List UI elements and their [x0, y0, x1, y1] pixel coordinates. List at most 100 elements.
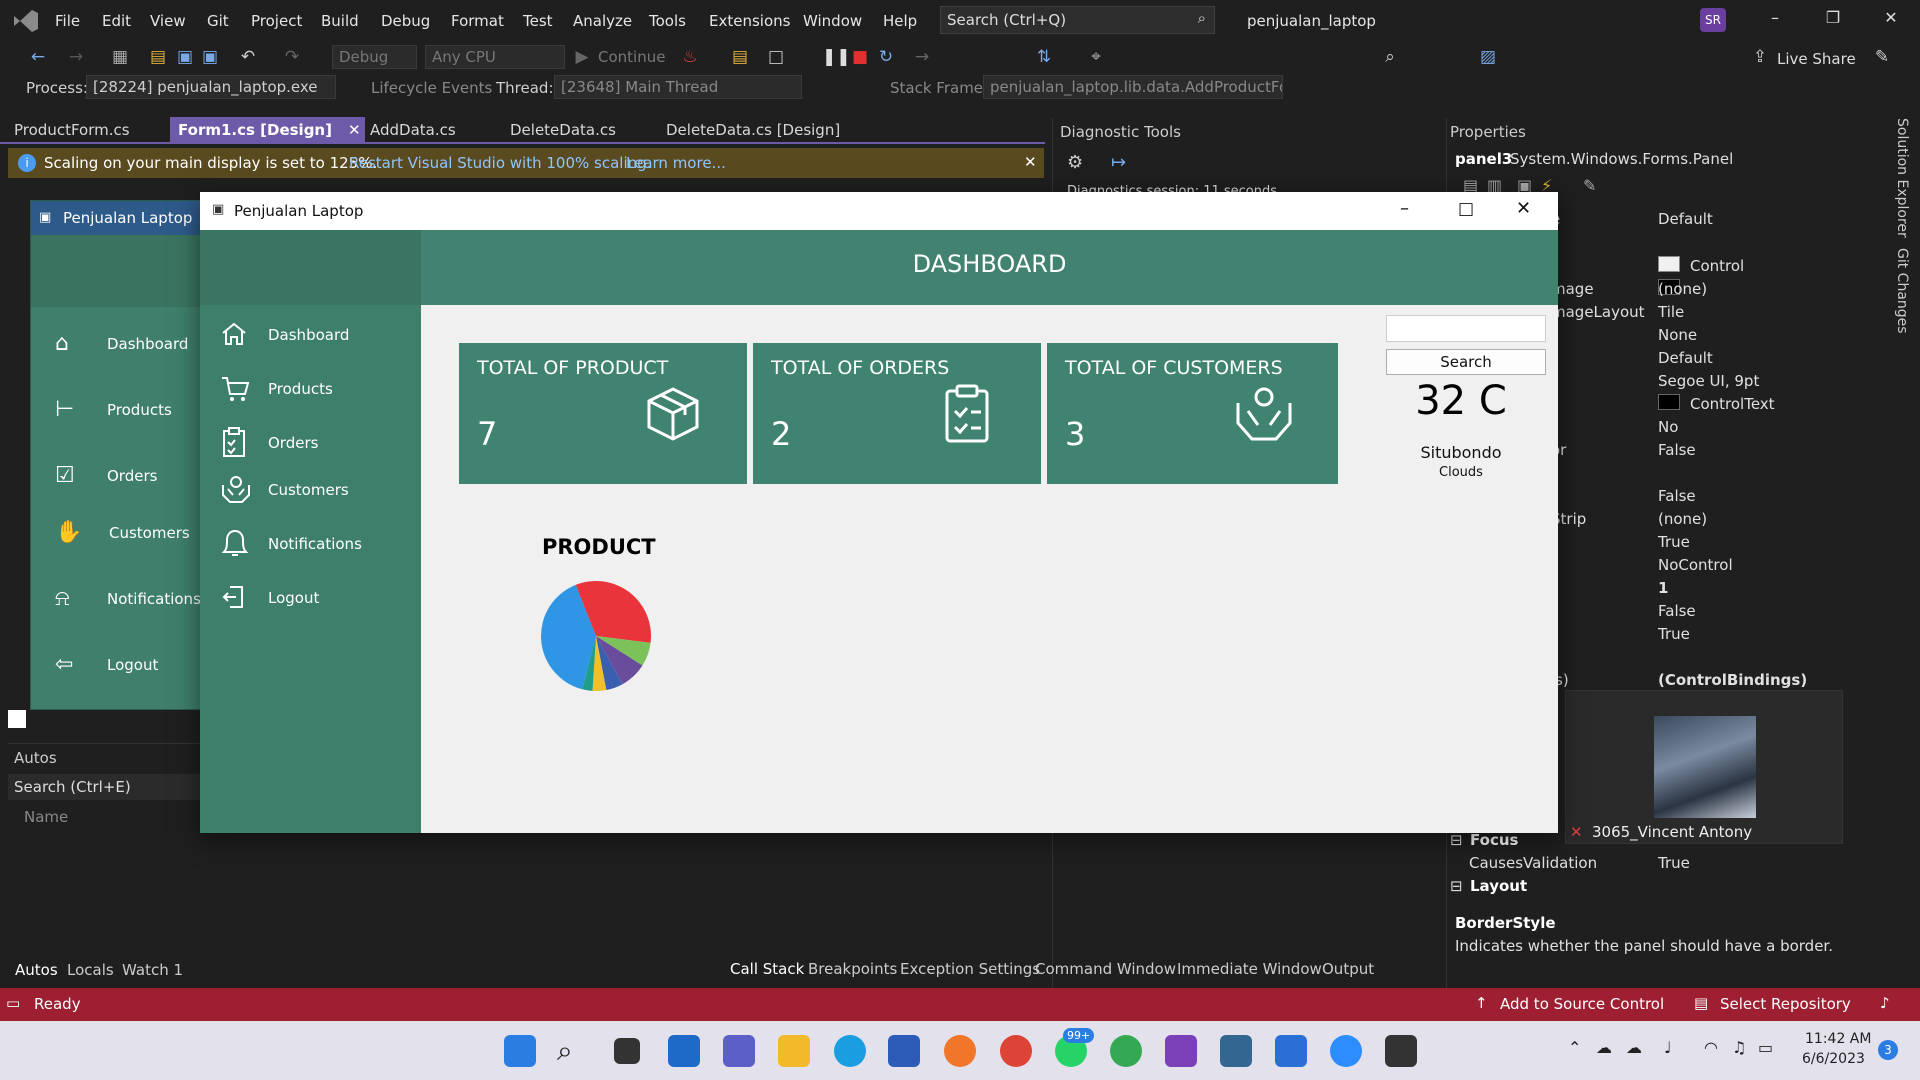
prop-value[interactable]: (none): [1658, 280, 1707, 298]
hot-reload-icon[interactable]: ♨: [680, 47, 700, 67]
volume-icon[interactable]: ♫: [1732, 1038, 1746, 1057]
save-icon[interactable]: ▣: [175, 47, 195, 67]
tab-autos[interactable]: Autos: [15, 961, 58, 979]
close-icon[interactable]: ✕: [1024, 153, 1037, 171]
back-icon[interactable]: ←: [28, 47, 48, 67]
prop-value[interactable]: False: [1658, 441, 1696, 459]
notification-count[interactable]: 3: [1878, 1040, 1898, 1060]
folder-icon[interactable]: ▤: [730, 47, 750, 67]
avatar[interactable]: SR: [1700, 8, 1726, 32]
prop-value[interactable]: Segoe UI, 9pt: [1658, 372, 1759, 390]
prop-value[interactable]: Tile: [1658, 303, 1684, 321]
prop-value[interactable]: None: [1658, 326, 1697, 344]
clock-time[interactable]: 11:42 AM: [1805, 1031, 1871, 1047]
menu-extensions[interactable]: Extensions: [709, 12, 790, 30]
menu-debug[interactable]: Debug: [381, 12, 430, 30]
cloud-icon[interactable]: ☁: [1596, 1038, 1612, 1057]
menu-view[interactable]: View: [150, 12, 186, 30]
prop-value[interactable]: True: [1658, 625, 1690, 643]
menu-build[interactable]: Build: [321, 12, 359, 30]
open-folder-icon[interactable]: ▤: [148, 47, 168, 67]
nav-customers[interactable]: Customers: [220, 473, 410, 509]
restart-icon[interactable]: ↻: [876, 47, 896, 67]
menu-test[interactable]: Test: [523, 12, 553, 30]
tab-deletedata[interactable]: DeleteData.cs: [510, 121, 616, 139]
prop-value[interactable]: (none): [1658, 510, 1707, 528]
vs-search-input[interactable]: Search (Ctrl+Q) ⌕: [940, 6, 1215, 34]
redo-icon[interactable]: ↷: [282, 47, 302, 67]
tab-locals[interactable]: Locals: [67, 961, 114, 979]
live-share-button[interactable]: Live Share: [1777, 50, 1856, 68]
widgets-icon[interactable]: [668, 1035, 700, 1067]
file-explorer-icon[interactable]: [778, 1035, 810, 1067]
tab-form1-design[interactable]: Form1.cs [Design]: [178, 121, 332, 139]
add-to-source-control[interactable]: Add to Source Control: [1500, 995, 1664, 1013]
mic-icon[interactable]: ♩: [1664, 1038, 1672, 1057]
section-layout[interactable]: Layout: [1470, 877, 1527, 895]
tab-output[interactable]: Output: [1322, 960, 1374, 978]
search-icon[interactable]: ⌕: [557, 1035, 589, 1067]
stack-frame-dropdown[interactable]: penjualan_laptop.lib.data.AddProductForr: [983, 75, 1283, 99]
app-close-button[interactable]: ✕: [1516, 198, 1531, 219]
prop-value[interactable]: No: [1658, 418, 1678, 436]
pause-icon[interactable]: ❚❚: [822, 47, 851, 67]
menu-edit[interactable]: Edit: [102, 12, 131, 30]
tab-exception-settings[interactable]: Exception Settings: [900, 960, 1040, 978]
store-icon[interactable]: [888, 1035, 920, 1067]
causes-validation-value[interactable]: True: [1658, 854, 1690, 872]
weather-search-button[interactable]: Search: [1386, 349, 1546, 375]
prop-value[interactable]: True: [1658, 533, 1690, 551]
prop-value[interactable]: 1: [1658, 579, 1668, 597]
select-repository[interactable]: Select Repository: [1720, 995, 1851, 1013]
tab-breakpoints[interactable]: Breakpoints: [808, 960, 897, 978]
app-maximize-button[interactable]: □: [1458, 199, 1474, 219]
forward-icon[interactable]: →: [66, 47, 86, 67]
wifi-icon[interactable]: ◠: [1704, 1038, 1718, 1057]
nav-products[interactable]: Products: [220, 372, 410, 408]
platform-dropdown[interactable]: Any CPU: [425, 45, 565, 69]
prop-value[interactable]: (ControlBindings): [1658, 671, 1807, 689]
undo-icon[interactable]: ↶: [238, 47, 258, 67]
prop-value[interactable]: ControlText: [1690, 395, 1775, 413]
edge-icon[interactable]: [834, 1035, 866, 1067]
play-icon[interactable]: ▶: [572, 47, 592, 67]
lifecycle-events[interactable]: Lifecycle Events: [371, 79, 492, 97]
tab-command-window[interactable]: Command Window: [1035, 960, 1176, 978]
layout-icon[interactable]: ▨: [1478, 47, 1498, 67]
prop-value[interactable]: Default: [1658, 349, 1713, 367]
menu-window[interactable]: Window: [803, 12, 862, 30]
tab-productform[interactable]: ProductForm.cs: [14, 121, 130, 139]
menu-git[interactable]: Git: [207, 12, 229, 30]
feedback-icon[interactable]: ✎: [1872, 47, 1892, 67]
menu-analyze[interactable]: Analyze: [573, 12, 632, 30]
battery-icon[interactable]: ▭: [1758, 1038, 1773, 1057]
breakpoint-icon[interactable]: ⌖: [1086, 47, 1106, 67]
nav-orders[interactable]: Orders: [220, 426, 410, 462]
continue-button[interactable]: Continue: [598, 48, 665, 66]
collapse-icon[interactable]: ⊟: [1450, 831, 1463, 849]
autos-search-input[interactable]: Search (Ctrl+E): [8, 774, 208, 800]
menu-help[interactable]: Help: [883, 12, 917, 30]
menu-tools[interactable]: Tools: [649, 12, 686, 30]
prop-value[interactable]: NoControl: [1658, 556, 1733, 574]
postgres-icon[interactable]: [1220, 1035, 1252, 1067]
settings-icon[interactable]: ⚙: [1067, 152, 1083, 173]
show-next-icon[interactable]: →: [912, 47, 932, 67]
restore-button[interactable]: ❐: [1813, 8, 1853, 34]
zoom-icon[interactable]: [1330, 1035, 1362, 1067]
chrome-profile-icon[interactable]: [1110, 1035, 1142, 1067]
section-focus[interactable]: Focus: [1470, 831, 1518, 849]
tab-immediate-window[interactable]: Immediate Window: [1177, 960, 1322, 978]
app-window-icon[interactable]: [1385, 1035, 1417, 1067]
nav-logout[interactable]: Logout: [220, 581, 410, 617]
git-changes-tab[interactable]: Git Changes: [1894, 248, 1910, 334]
prop-value[interactable]: False: [1658, 602, 1696, 620]
close-button[interactable]: ✕: [1871, 8, 1911, 34]
visual-studio-icon[interactable]: [1165, 1035, 1197, 1067]
save-all-icon[interactable]: ▣: [200, 47, 220, 67]
tab-watch1[interactable]: Watch 1: [122, 961, 183, 979]
menu-format[interactable]: Format: [451, 12, 504, 30]
export-icon[interactable]: ↦: [1111, 152, 1126, 173]
restart-link[interactable]: Restart Visual Studio with 100% scaling.: [349, 154, 651, 172]
process-dropdown[interactable]: [28224] penjualan_laptop.exe: [86, 75, 336, 99]
